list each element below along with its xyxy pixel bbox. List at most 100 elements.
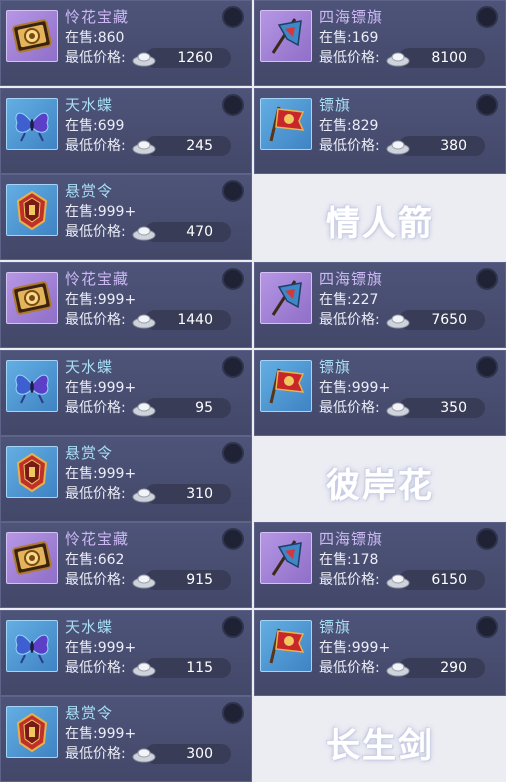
item-card[interactable]: 天水蝶 在售:699 最低价格: 245 [0, 88, 252, 174]
red-flag-icon [265, 103, 307, 145]
stock-count: 662 [97, 552, 125, 568]
min-price: 300 [186, 746, 213, 762]
stock-label: 在售: [65, 292, 98, 308]
item-icon-frame [6, 98, 58, 150]
select-checkbox[interactable] [222, 268, 244, 290]
stock-label: 在售: [319, 380, 352, 396]
silver-ingot-icon [131, 311, 157, 329]
stock-label: 在售: [65, 380, 98, 396]
price-bar: 115 [132, 658, 231, 678]
item-card[interactable]: 四海镖旗 在售:169 最低价格: 8100 [254, 0, 506, 86]
select-checkbox[interactable] [476, 356, 498, 378]
min-price: 350 [440, 400, 467, 416]
price-bar: 8100 [386, 48, 485, 68]
item-card[interactable]: 镖旗 在售:999+ 最低价格: 350 [254, 350, 506, 436]
bounty-order-icon [11, 711, 53, 753]
price-bar: 245 [132, 136, 231, 156]
price-label: 最低价格: [65, 50, 126, 66]
escort-flag-icon [265, 537, 307, 579]
price-bar: 95 [132, 398, 231, 418]
stock-count: 169 [351, 30, 379, 46]
item-card[interactable]: 天水蝶 在售:999+ 最低价格: 115 [0, 610, 252, 696]
item-name: 悬赏令 [65, 182, 114, 200]
stock-label: 在售: [65, 640, 98, 656]
item-card[interactable]: 悬赏令 在售:999+ 最低价格: 310 [0, 436, 252, 522]
select-checkbox[interactable] [476, 616, 498, 638]
price-bar: 380 [386, 136, 485, 156]
select-checkbox[interactable] [222, 94, 244, 116]
item-card[interactable]: 镖旗 在售:999+ 最低价格: 290 [254, 610, 506, 696]
item-name: 怜花宝藏 [65, 8, 130, 26]
bounty-order-icon [11, 189, 53, 231]
treasure-chest-icon [11, 15, 53, 57]
min-price: 7650 [431, 312, 467, 328]
server-name: 情人箭 [326, 204, 434, 244]
select-checkbox[interactable] [222, 356, 244, 378]
silver-ingot-icon [131, 571, 157, 589]
select-checkbox[interactable] [476, 6, 498, 28]
min-price: 95 [195, 400, 213, 416]
item-card[interactable]: 悬赏令 在售:999+ 最低价格: 470 [0, 174, 252, 260]
select-checkbox[interactable] [222, 442, 244, 464]
min-price: 1440 [177, 312, 213, 328]
price-label: 最低价格: [65, 486, 126, 502]
item-name: 镖旗 [319, 618, 352, 636]
item-stock: 在售:999+ [319, 379, 390, 397]
silver-ingot-icon [131, 659, 157, 677]
item-card[interactable]: 怜花宝藏 在售:999+ 最低价格: 1440 [0, 262, 252, 348]
min-price: 245 [186, 138, 213, 154]
server-name: 长生剑 [326, 726, 434, 766]
select-checkbox[interactable] [222, 528, 244, 550]
item-card[interactable]: 怜花宝藏 在售:662 最低价格: 915 [0, 522, 252, 608]
item-card[interactable]: 四海镖旗 在售:178 最低价格: 6150 [254, 522, 506, 608]
item-stock: 在售:169 [319, 29, 378, 47]
min-price: 915 [186, 572, 213, 588]
price-bar: 1260 [132, 48, 231, 68]
item-card[interactable]: 怜花宝藏 在售:860 最低价格: 1260 [0, 0, 252, 86]
select-checkbox[interactable] [222, 616, 244, 638]
select-checkbox[interactable] [222, 6, 244, 28]
select-checkbox[interactable] [476, 94, 498, 116]
price-bar: 6150 [386, 570, 485, 590]
silver-ingot-icon [131, 399, 157, 417]
stock-label: 在售: [65, 204, 98, 220]
item-name: 镖旗 [319, 96, 352, 114]
treasure-chest-icon [11, 537, 53, 579]
item-card[interactable]: 四海镖旗 在售:227 最低价格: 7650 [254, 262, 506, 348]
item-icon-frame [260, 360, 312, 412]
stock-count: 999+ [351, 640, 391, 656]
stock-label: 在售: [65, 30, 98, 46]
min-price: 8100 [431, 50, 467, 66]
select-checkbox[interactable] [222, 180, 244, 202]
price-bar: 915 [132, 570, 231, 590]
item-card[interactable]: 镖旗 在售:829 最低价格: 380 [254, 88, 506, 174]
stock-count: 999+ [97, 292, 137, 308]
select-checkbox[interactable] [222, 702, 244, 724]
silver-ingot-icon [131, 485, 157, 503]
silver-ingot-icon [385, 659, 411, 677]
price-label: 最低价格: [65, 400, 126, 416]
item-name: 四海镖旗 [319, 530, 384, 548]
item-stock: 在售:999+ [65, 639, 136, 657]
item-card[interactable]: 悬赏令 在售:999+ 最低价格: 300 [0, 696, 252, 782]
item-stock: 在售:829 [319, 117, 378, 135]
item-stock: 在售:227 [319, 291, 378, 309]
item-name: 四海镖旗 [319, 8, 384, 26]
item-icon-frame [6, 184, 58, 236]
select-checkbox[interactable] [476, 268, 498, 290]
stock-label: 在售: [319, 552, 352, 568]
stock-count: 829 [351, 118, 379, 134]
item-card[interactable]: 天水蝶 在售:999+ 最低价格: 95 [0, 350, 252, 436]
select-checkbox[interactable] [476, 528, 498, 550]
silver-ingot-icon [131, 49, 157, 67]
silver-ingot-icon [385, 137, 411, 155]
stock-label: 在售: [65, 726, 98, 742]
stock-label: 在售: [319, 640, 352, 656]
item-icon-frame [260, 98, 312, 150]
price-label: 最低价格: [319, 138, 380, 154]
item-name: 天水蝶 [65, 358, 114, 376]
red-flag-icon [265, 365, 307, 407]
price-label: 最低价格: [65, 572, 126, 588]
min-price: 1260 [177, 50, 213, 66]
item-name: 四海镖旗 [319, 270, 384, 288]
